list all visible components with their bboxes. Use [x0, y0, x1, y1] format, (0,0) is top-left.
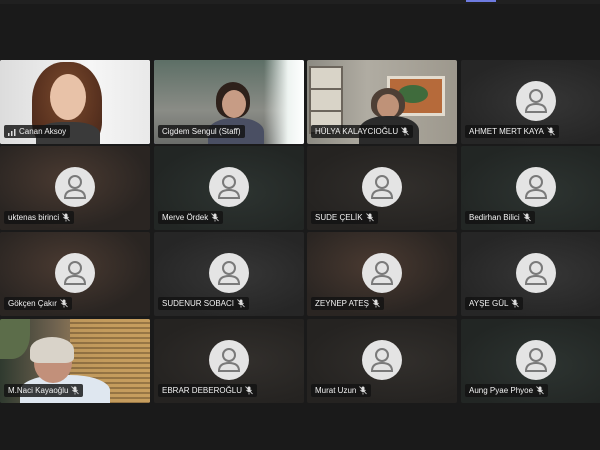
mic-muted-icon: [372, 299, 380, 308]
participant-name-label: SUDENUR SOBACI: [158, 297, 250, 310]
mic-muted-icon: [536, 386, 544, 395]
video-tile-ebrar-deberoglu[interactable]: EBRAR DEBEROĞLU: [154, 319, 304, 403]
avatar: [55, 167, 95, 207]
video-tile-canan-aksoy[interactable]: Canan Aksoy: [0, 60, 150, 144]
person-icon: [63, 261, 87, 285]
video-tile-cigdem-sengul[interactable]: Cigdem Sengul (Staff): [154, 60, 304, 144]
video-tile-zeynep-ates[interactable]: ZEYNEP ATEŞ: [307, 232, 457, 316]
avatar: [209, 253, 249, 293]
person-icon: [524, 348, 548, 372]
video-tile-m-naci-kayaoglu[interactable]: M.Naci Kayaoğlu: [0, 319, 150, 403]
avatar: [516, 340, 556, 380]
participant-name-label: Aung Pyae Phyoe: [465, 384, 549, 397]
video-tile-uktenas-birinci[interactable]: uktenas birinci: [0, 146, 150, 230]
participant-name-label: HÜLYA KALAYCIOĞLU: [311, 125, 414, 138]
participant-name-label: SUDE ÇELİK: [311, 211, 378, 224]
person-icon: [217, 261, 241, 285]
participant-name-label: AYŞE GÜL: [465, 297, 524, 310]
avatar: [209, 167, 249, 207]
video-tile-bedirhan-bilici[interactable]: Bedirhan Bilici: [461, 146, 600, 230]
participant-name-label: Merve Ördek: [158, 211, 224, 224]
person-icon: [217, 175, 241, 199]
avatar: [516, 167, 556, 207]
avatar: [516, 81, 556, 121]
avatar: [362, 340, 402, 380]
mic-muted-icon: [365, 213, 374, 222]
video-tile-murat-uzun[interactable]: Murat Uzun: [307, 319, 457, 403]
signal-bars-icon: [8, 129, 16, 136]
person-icon: [370, 175, 394, 199]
top-bar: [0, 0, 600, 4]
video-grid: Canan Aksoy Cigdem Sengul (Staff) HÜLYA …: [0, 60, 600, 403]
view-indicator: [466, 0, 496, 2]
person-icon: [524, 175, 548, 199]
mic-muted-icon: [211, 213, 220, 222]
person-icon: [370, 261, 394, 285]
participant-name-label: EBRAR DEBEROĞLU: [158, 384, 258, 397]
mic-muted-icon: [71, 386, 80, 395]
video-tile-gokcen-cakir[interactable]: Gökçen Çakır: [0, 232, 150, 316]
person-icon: [524, 89, 548, 113]
person-icon: [63, 175, 87, 199]
mic-muted-icon: [237, 299, 245, 308]
mic-muted-icon: [511, 299, 520, 308]
person-icon: [524, 261, 548, 285]
video-tile-sude-celik[interactable]: SUDE ÇELİK: [307, 146, 457, 230]
participant-name-label: Gökçen Çakır: [4, 297, 72, 310]
participant-name-label: Canan Aksoy: [4, 125, 71, 138]
participant-name-label: ZEYNEP ATEŞ: [311, 297, 384, 310]
participant-name-label: Cigdem Sengul (Staff): [158, 125, 245, 138]
video-tile-ayse-gul[interactable]: AYŞE GÜL: [461, 232, 600, 316]
person-icon: [217, 348, 241, 372]
avatar: [362, 167, 402, 207]
mic-muted-icon: [522, 213, 531, 222]
person-icon: [370, 348, 394, 372]
video-tile-merve-ordek[interactable]: Merve Ördek: [154, 146, 304, 230]
participant-name-label: Bedirhan Bilici: [465, 211, 535, 224]
participant-name-label: AHMET MERT KAYA: [465, 125, 559, 138]
mic-muted-icon: [62, 213, 70, 222]
mic-muted-icon: [359, 386, 368, 395]
mic-muted-icon: [60, 299, 68, 308]
mic-muted-icon: [547, 127, 555, 136]
video-tile-hulya-kalaycioglu[interactable]: HÜLYA KALAYCIOĞLU: [307, 60, 457, 144]
participant-name-label: Murat Uzun: [311, 384, 372, 397]
avatar: [209, 340, 249, 380]
video-tile-sudenur-sobaci[interactable]: SUDENUR SOBACI: [154, 232, 304, 316]
video-tile-aung-pyae-phyoe[interactable]: Aung Pyae Phyoe: [461, 319, 600, 403]
mic-muted-icon: [245, 386, 253, 395]
video-tile-ahmet-mert-kaya[interactable]: AHMET MERT KAYA: [461, 60, 600, 144]
avatar: [362, 253, 402, 293]
participant-name-label: M.Naci Kayaoğlu: [4, 384, 84, 397]
avatar: [516, 253, 556, 293]
participant-name-label: uktenas birinci: [4, 211, 75, 224]
avatar: [55, 253, 95, 293]
mic-muted-icon: [401, 127, 409, 136]
